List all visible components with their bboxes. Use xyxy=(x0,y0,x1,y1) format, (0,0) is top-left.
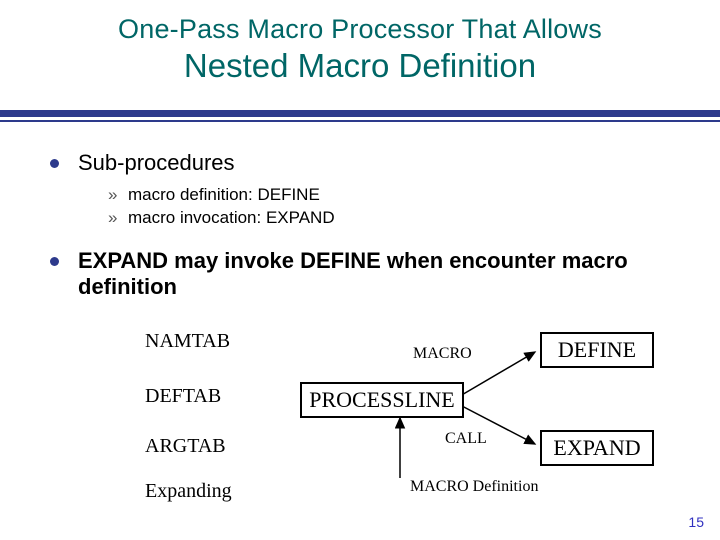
label-macro: MACRO xyxy=(413,345,472,363)
box-processline: PROCESSLINE xyxy=(300,382,464,418)
label-expanding: Expanding xyxy=(145,480,232,503)
raquo-icon: » xyxy=(108,184,117,207)
title-block: One-Pass Macro Processor That Allows Nes… xyxy=(0,0,720,85)
label-call: CALL xyxy=(445,430,487,448)
bullet-expand-invoke: EXPAND may invoke DEFINE when encounter … xyxy=(48,248,680,300)
label-namtab: NAMTAB xyxy=(145,330,230,353)
bullet-dot-icon xyxy=(50,257,59,266)
box-define-text: DEFINE xyxy=(558,337,636,363)
sub-bullet-expand: » macro invocation: EXPAND xyxy=(48,207,680,230)
bullet-sub-procedures: Sub-procedures xyxy=(48,150,680,176)
sub-bullet-text: macro definition: DEFINE xyxy=(128,185,320,204)
box-expand: EXPAND xyxy=(540,430,654,466)
bullet-text: Sub-procedures xyxy=(78,150,235,175)
bullet-text: EXPAND may invoke DEFINE when encounter … xyxy=(78,248,628,299)
bullet-dot-icon xyxy=(50,159,59,168)
title-line2: Nested Macro Definition xyxy=(0,47,720,85)
accent-bar xyxy=(0,110,720,117)
page-number: 15 xyxy=(688,514,704,530)
raquo-icon: » xyxy=(108,207,117,230)
slide: One-Pass Macro Processor That Allows Nes… xyxy=(0,0,720,540)
accent-line xyxy=(0,120,720,122)
box-define: DEFINE xyxy=(540,332,654,368)
sub-bullet-text: macro invocation: EXPAND xyxy=(128,208,335,227)
box-processline-text: PROCESSLINE xyxy=(309,387,454,413)
diagram: NAMTAB DEFTAB ARGTAB Expanding PROCESSLI… xyxy=(0,330,720,510)
label-argtab: ARGTAB xyxy=(145,435,226,458)
box-expand-text: EXPAND xyxy=(553,435,640,461)
sub-bullet-define: » macro definition: DEFINE xyxy=(48,184,680,207)
title-line1: One-Pass Macro Processor That Allows xyxy=(0,14,720,45)
content: Sub-procedures » macro definition: DEFIN… xyxy=(48,150,680,308)
label-macro-definition: MACRO Definition xyxy=(410,478,538,496)
label-deftab: DEFTAB xyxy=(145,385,221,408)
